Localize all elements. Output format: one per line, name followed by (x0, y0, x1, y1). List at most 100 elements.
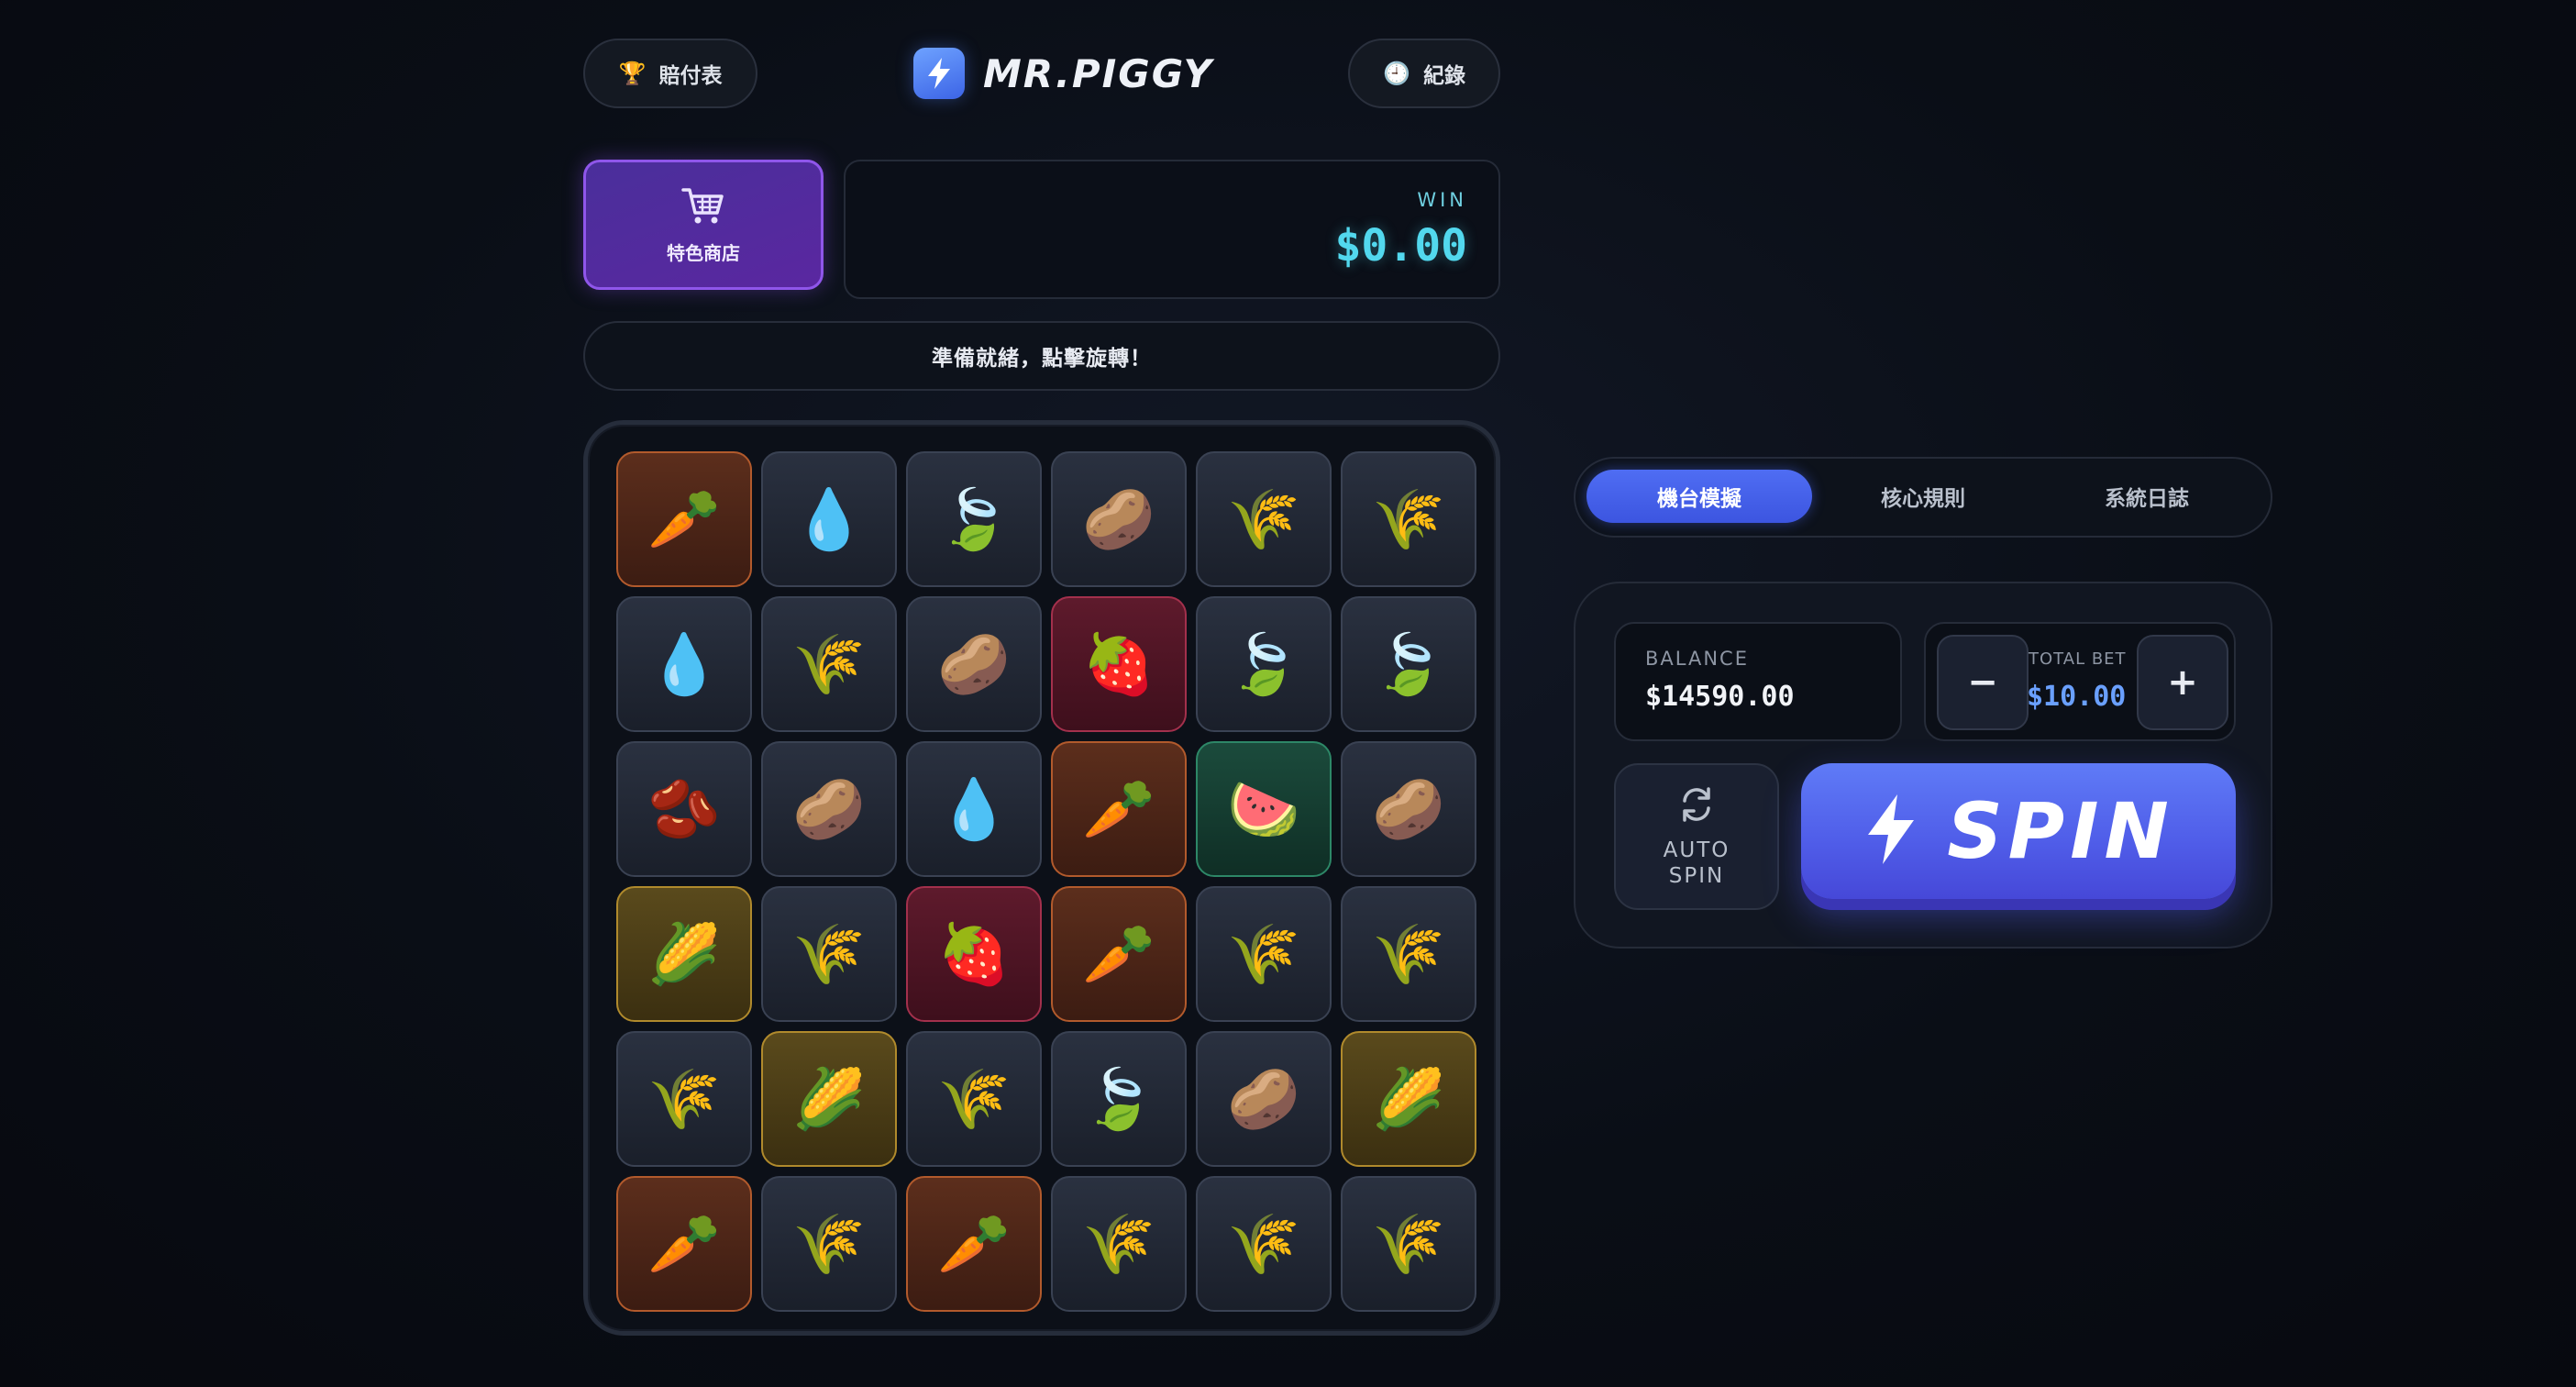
grid-cell: 💧 (906, 741, 1042, 877)
leaf-icon: 🍃 (937, 485, 1011, 554)
grid-cell: 🥕 (616, 1176, 752, 1312)
shopping-cart-icon (680, 185, 726, 229)
grid-cell: 🌾 (761, 1176, 897, 1312)
history-button[interactable]: 🕘 紀錄 (1348, 39, 1500, 108)
lightning-icon (1863, 793, 1919, 870)
grid-cell: 🥔 (761, 741, 897, 877)
refresh-icon (1676, 784, 1717, 828)
grid-cell: 🌾 (1341, 886, 1476, 1022)
balance-label: BALANCE (1645, 648, 1749, 670)
tab-machine-sim[interactable]: 機台模擬 (1587, 470, 1812, 523)
grid-cell: 🥕 (1051, 741, 1187, 877)
watermelon-icon: 🍉 (1227, 775, 1300, 844)
potato-icon: 🥔 (792, 775, 866, 844)
auto-spin-button[interactable]: AUTO SPIN (1614, 763, 1779, 910)
grid-cell: 🌾 (1341, 1176, 1476, 1312)
shop-label: 特色商店 (667, 241, 740, 264)
carrot-icon: 🥕 (647, 1210, 721, 1279)
logo-text: MR.PIGGY (983, 50, 1213, 96)
grid-cell: 🥔 (906, 596, 1042, 732)
plus-icon: + (2167, 661, 2198, 704)
wheat-icon: 🌾 (1227, 920, 1300, 989)
grid-cell: 🥔 (1051, 451, 1187, 587)
grid-cell: 🌾 (1051, 1176, 1187, 1312)
strawberry-icon: 🍓 (937, 920, 1011, 989)
auto-spin-line1: AUTO (1663, 838, 1730, 862)
total-bet-label: TOTAL BET (2029, 649, 2127, 669)
tab-system-log[interactable]: 系統日誌 (2034, 470, 2260, 523)
grid-cell: 🥕 (1051, 886, 1187, 1022)
grid-cell: 🍃 (1341, 596, 1476, 732)
tab-bar: 機台模擬 核心規則 系統日誌 (1574, 457, 2272, 538)
grid-cell: 🍃 (1051, 1031, 1187, 1167)
corn-icon: 🌽 (792, 1065, 866, 1134)
potato-icon: 🥔 (1372, 775, 1445, 844)
leaf-icon: 🍃 (1082, 1065, 1155, 1134)
grid-cell: 🥔 (1196, 1031, 1332, 1167)
win-label: WIN (1417, 189, 1467, 211)
increase-bet-button[interactable]: + (2137, 635, 2228, 730)
potato-icon: 🥔 (1082, 485, 1155, 554)
wheat-icon: 🌾 (1227, 485, 1300, 554)
leaf-icon: 🍃 (1372, 630, 1445, 699)
grid-cell: 🍃 (906, 451, 1042, 587)
grid-cell: 🍉 (1196, 741, 1332, 877)
tab-label: 機台模擬 (1657, 487, 1741, 511)
water-icon: 💧 (792, 485, 866, 554)
lightning-icon (913, 48, 965, 99)
grid-cell: 🌽 (761, 1031, 897, 1167)
grid-cell: 🫘 (616, 741, 752, 877)
tab-core-rules[interactable]: 核心規則 (1810, 470, 2036, 523)
auto-spin-line2: SPIN (1668, 864, 1725, 888)
wheat-icon: 🌾 (1372, 485, 1445, 554)
strawberry-icon: 🍓 (1082, 630, 1155, 699)
paytable-label: 賠付表 (658, 64, 723, 88)
carrot-icon: 🥕 (647, 485, 721, 554)
carrot-icon: 🥕 (1082, 920, 1155, 989)
potato-icon: 🥔 (937, 630, 1011, 699)
tab-label: 核心規則 (1881, 487, 1965, 511)
carrot-icon: 🥕 (937, 1210, 1011, 1279)
wheat-icon: 🌾 (647, 1065, 721, 1134)
carrot-icon: 🥕 (1082, 775, 1155, 844)
total-bet-value: $10.00 (2027, 681, 2127, 713)
grid-cell: 🌾 (616, 1031, 752, 1167)
corn-icon: 🌽 (1372, 1065, 1445, 1134)
spin-button[interactable]: SPIN (1801, 763, 2236, 899)
grid-cell: 🌾 (1196, 886, 1332, 1022)
grid-cell: 💧 (761, 451, 897, 587)
clock-icon: 🕘 (1383, 61, 1410, 86)
history-label: 紀錄 (1422, 64, 1465, 88)
leaf-icon: 🍃 (1227, 630, 1300, 699)
water-icon: 💧 (937, 775, 1011, 844)
paytable-button[interactable]: 🏆 賠付表 (583, 39, 757, 108)
grid-cell: 🍓 (906, 886, 1042, 1022)
logo: MR.PIGGY (913, 45, 1213, 102)
beans-icon: 🫘 (647, 775, 721, 844)
wheat-icon: 🌾 (1372, 1210, 1445, 1279)
corn-icon: 🌽 (647, 920, 721, 989)
grid-cell: 🌾 (761, 886, 897, 1022)
grid-cell: 🌾 (761, 596, 897, 732)
grid-cell: 🥔 (1341, 741, 1476, 877)
balance-value: $14590.00 (1645, 681, 1795, 713)
wheat-icon: 🌾 (1227, 1210, 1300, 1279)
grid-cell: 🌾 (1196, 451, 1332, 587)
wheat-icon: 🌾 (1082, 1210, 1155, 1279)
water-icon: 💧 (647, 630, 721, 699)
decrease-bet-button[interactable]: − (1937, 635, 2029, 730)
grid-cell: 🌾 (1341, 451, 1476, 587)
feature-shop-button[interactable]: 特色商店 (583, 160, 824, 290)
grid-cell: 🌾 (906, 1031, 1042, 1167)
grid-cell: 🥕 (906, 1176, 1042, 1312)
wheat-icon: 🌾 (937, 1065, 1011, 1134)
potato-icon: 🥔 (1227, 1065, 1300, 1134)
tab-label: 系統日誌 (2105, 487, 2189, 511)
wheat-icon: 🌾 (792, 1210, 866, 1279)
wheat-icon: 🌾 (792, 630, 866, 699)
win-value: $0.00 (1334, 220, 1468, 272)
balance-box: BALANCE $14590.00 (1614, 622, 1902, 741)
grid-cell: 🍃 (1196, 596, 1332, 732)
status-bar: 準備就緒，點擊旋轉！ (583, 321, 1500, 391)
bet-box: − TOTAL BET $10.00 + (1924, 622, 2236, 741)
